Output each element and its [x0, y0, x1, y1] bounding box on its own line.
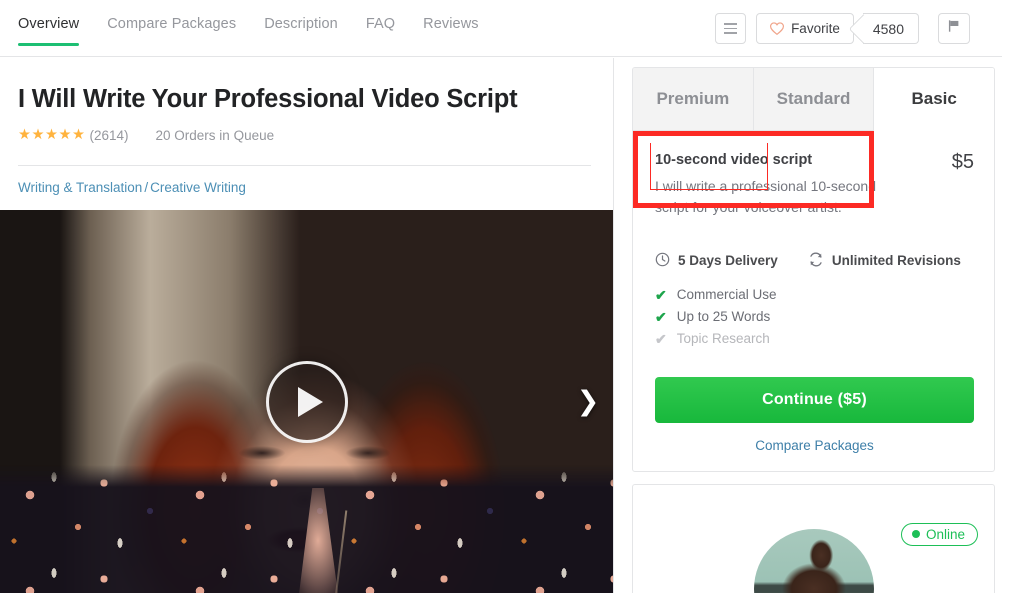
package-price: $5 — [951, 151, 974, 173]
favorite-button[interactable]: Favorite — [756, 13, 854, 44]
feature-topic-research-label: Topic Research — [676, 331, 770, 347]
package-tab-list: Premium Standard Basic — [633, 68, 994, 131]
favorite-button-label: Favorite — [791, 21, 840, 36]
tab-overview-label: Overview — [18, 16, 80, 32]
status-badge-label: Online — [925, 526, 965, 542]
play-button-icon[interactable] — [265, 360, 348, 443]
favorite-count-value: 4580 — [872, 20, 904, 37]
gig-main-column: I Will Write Your Professional Video Scr… — [0, 58, 614, 593]
revisions-label: Unlimited Revisions — [831, 253, 961, 269]
gig-header: I Will Write Your Professional Video Scr… — [0, 58, 613, 195]
flag-icon — [947, 19, 961, 38]
breadcrumb-subcategory-link[interactable]: Creative Writing — [150, 180, 246, 195]
gig-gallery[interactable]: ❯ — [0, 210, 613, 593]
package-description: I will write a professional 10-second sc… — [655, 177, 876, 215]
tab-compare-packages[interactable]: Compare Packages — [93, 16, 250, 46]
package-tab-premium-label: Premium — [656, 89, 730, 108]
tab-faq-label: FAQ — [365, 16, 396, 32]
package-name: 10-second video script — [655, 152, 813, 168]
gig-rating-row: ★★★★★ (2614) 20 Orders in Queue — [18, 128, 591, 143]
package-tab-premium[interactable]: Premium — [633, 68, 754, 131]
tab-description[interactable]: Description — [250, 16, 352, 46]
check-icon: ✔ — [655, 286, 667, 303]
tab-compare-packages-label: Compare Packages — [107, 16, 237, 32]
feature-commercial-use: ✔ Commercial Use — [655, 284, 974, 306]
package-summary: 10-second video script I will write a pr… — [655, 151, 974, 218]
hamburger-icon — [724, 23, 738, 34]
tab-reviews-label: Reviews — [423, 16, 479, 32]
check-icon: ✔ — [655, 308, 667, 325]
status-badge: Online — [900, 522, 978, 546]
gig-sidebar: Premium Standard Basic 10-second video s… — [632, 67, 995, 593]
tab-description-label: Description — [264, 16, 338, 32]
gig-tab-list: Overview Compare Packages Description FA… — [18, 0, 493, 57]
delivery-time: 5 Days Delivery — [655, 252, 778, 270]
heart-icon — [770, 22, 785, 35]
breadcrumb-category-link[interactable]: Writing & Translation — [18, 180, 142, 195]
refresh-icon — [808, 252, 824, 270]
online-dot-icon — [911, 530, 920, 539]
package-meta-row: 5 Days Delivery Unlimited Revisions — [655, 252, 974, 270]
package-tab-standard[interactable]: Standard — [753, 68, 875, 131]
package-tab-basic[interactable]: Basic — [874, 68, 994, 131]
feature-topic-research: ✔ Topic Research — [655, 328, 974, 350]
rating-count: (2614) — [89, 127, 129, 143]
feature-word-count-label: Up to 25 Words — [676, 309, 771, 325]
breadcrumb-separator: / — [144, 179, 149, 195]
tab-faq[interactable]: FAQ — [352, 16, 409, 46]
package-feature-list: ✔ Commercial Use ✔ Up to 25 Words ✔ Topi… — [655, 284, 974, 350]
avatar[interactable] — [753, 528, 874, 593]
gig-navigation-bar: Overview Compare Packages Description FA… — [0, 0, 1002, 57]
star-rating-icon: ★★★★★ — [18, 126, 86, 143]
delivery-time-label: 5 Days Delivery — [678, 253, 778, 269]
feature-commercial-use-label: Commercial Use — [676, 287, 777, 303]
page-title: I Will Write Your Professional Video Scr… — [18, 85, 518, 113]
compare-packages-link[interactable]: Compare Packages — [655, 438, 974, 453]
continue-button[interactable]: Continue ($5) — [655, 376, 974, 423]
gig-page: Overview Compare Packages Description FA… — [0, 0, 1024, 593]
clock-icon — [655, 252, 670, 270]
chevron-right-icon[interactable]: ❯ — [571, 380, 605, 424]
check-icon: ✔ — [655, 330, 667, 347]
revisions: Unlimited Revisions — [808, 252, 961, 270]
feature-word-count: ✔ Up to 25 Words — [655, 306, 974, 328]
gig-action-buttons: Favorite 4580 — [715, 13, 970, 44]
tab-reviews[interactable]: Reviews — [409, 16, 493, 46]
report-button[interactable] — [938, 13, 970, 44]
gallery-next-glyph: ❯ — [576, 386, 600, 417]
package-body: 10-second video script I will write a pr… — [633, 131, 994, 453]
tab-overview[interactable]: Overview — [18, 16, 93, 46]
seller-card: Online — [632, 483, 995, 593]
package-tab-standard-label: Standard — [776, 89, 851, 108]
orders-in-queue: 20 Orders in Queue — [155, 127, 275, 143]
menu-button[interactable] — [715, 13, 747, 44]
breadcrumb: Writing & Translation / Creative Writing — [18, 166, 591, 195]
favorite-count-badge: 4580 — [862, 13, 919, 44]
package-tab-basic-label: Basic — [911, 89, 957, 108]
package-card: Premium Standard Basic 10-second video s… — [632, 67, 995, 472]
